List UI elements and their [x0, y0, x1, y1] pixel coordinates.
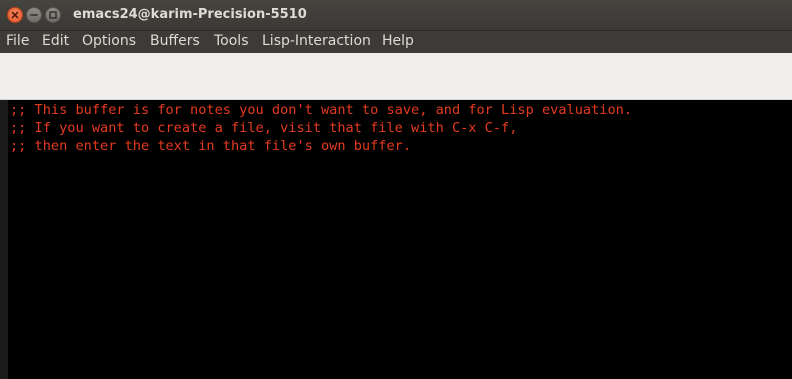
buffer-line: ;; then enter the text in that file's ow… — [10, 138, 412, 154]
menu-lisp-interaction[interactable]: Lisp-Interaction — [262, 33, 371, 49]
emacs-window: emacs24@karim-Precision-5510 File Edit O… — [0, 0, 792, 379]
close-window-button[interactable] — [7, 7, 23, 23]
menu-file[interactable]: File — [6, 33, 29, 49]
title-bar[interactable]: emacs24@karim-Precision-5510 — [0, 0, 792, 31]
menu-help[interactable]: Help — [382, 33, 414, 49]
menu-tools[interactable]: Tools — [214, 33, 249, 49]
menu-edit[interactable]: Edit — [42, 33, 69, 49]
menu-buffers[interactable]: Buffers — [150, 33, 200, 49]
tool-bar — [0, 53, 792, 100]
maximize-window-button[interactable] — [45, 7, 61, 23]
scratch-buffer[interactable]: ;; This buffer is for notes you don't wa… — [0, 100, 792, 379]
minimize-icon — [30, 14, 38, 16]
left-fringe — [0, 100, 8, 379]
minimize-window-button[interactable] — [26, 7, 42, 23]
buffer-line: ;; If you want to create a file, visit t… — [10, 120, 518, 136]
maximize-icon — [49, 11, 57, 19]
close-icon — [11, 11, 19, 19]
buffer-text-area[interactable]: ;; This buffer is for notes you don't wa… — [10, 101, 790, 377]
buffer-line: ;; This buffer is for notes you don't wa… — [10, 102, 632, 118]
window-title: emacs24@karim-Precision-5510 — [73, 7, 307, 22]
menu-options[interactable]: Options — [82, 33, 136, 49]
menu-bar: File Edit Options Buffers Tools Lisp-Int… — [0, 31, 792, 53]
